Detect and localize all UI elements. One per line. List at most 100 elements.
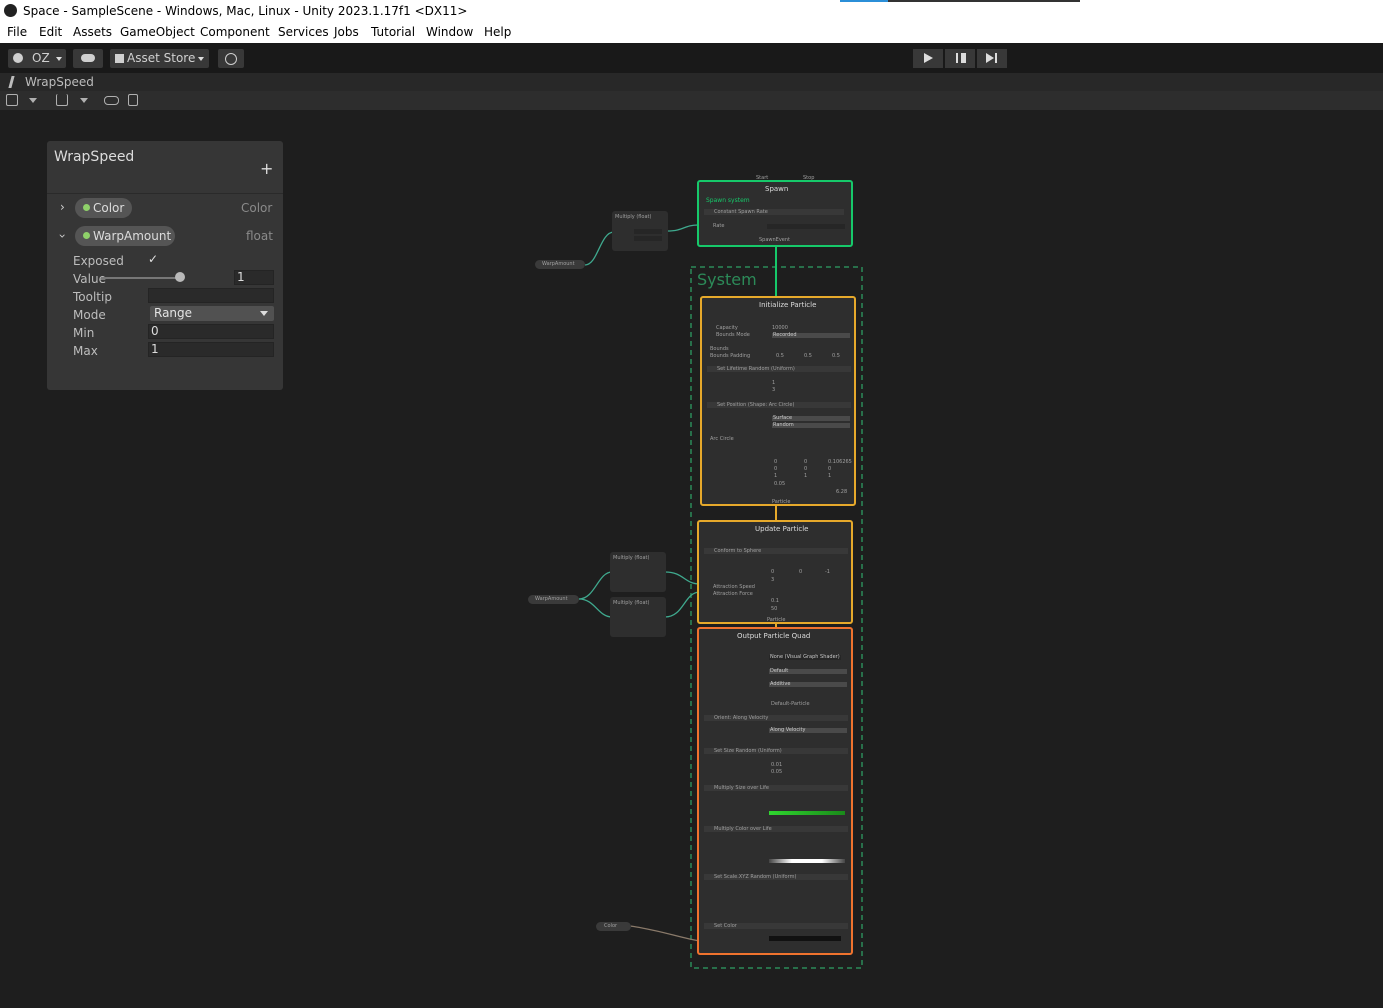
scale-x[interactable]: 1 — [774, 473, 777, 479]
stick-force-value[interactable]: 50 — [771, 606, 777, 612]
add-property-button[interactable]: + — [260, 159, 273, 178]
value-label: Value — [73, 272, 106, 286]
warpamount-node-1[interactable]: WarpAmount — [535, 260, 585, 269]
initialize-out-port[interactable]: Particle — [772, 499, 790, 505]
size-curve-preview[interactable] — [769, 811, 845, 815]
max-field[interactable]: 1 — [148, 342, 274, 357]
value-slider-handle[interactable] — [175, 272, 185, 282]
spawn-event-port[interactable]: SpawnEvent — [759, 237, 790, 243]
bounds-padding-label: Bounds Padding — [710, 353, 751, 359]
warpamount-node-2[interactable]: WarpAmount — [528, 595, 579, 604]
spawn-mode-value: Random — [773, 422, 794, 428]
orient-block[interactable]: Orient: Along Velocity — [704, 715, 848, 721]
set-position-block[interactable]: Set Position (Shape: Arc Circle) — [707, 402, 851, 408]
multiply-node-3[interactable]: Multiply (float) — [610, 597, 666, 637]
stick-distance-value[interactable]: 0.1 — [771, 598, 779, 604]
radius-value[interactable]: 0.05 — [774, 481, 785, 487]
color-node[interactable]: Color — [596, 922, 631, 931]
main-texture-value[interactable]: Default-Particle — [771, 701, 810, 707]
property-warpamount-dot — [83, 232, 90, 239]
output-context[interactable]: Output Particle Quad None (Visual Graph … — [697, 627, 853, 955]
set-size-block[interactable]: Set Size Random (Uniform) — [704, 748, 848, 754]
spawn-rate-label: Rate — [713, 223, 725, 229]
mode-dropdown[interactable]: Range — [150, 306, 274, 321]
size-a[interactable]: 0.01 — [771, 762, 782, 768]
wire-multiply3-to-update — [664, 591, 701, 618]
multiply-node-2-title: Multiply (float) — [613, 555, 650, 561]
set-scale-block[interactable]: Set Scale.XYZ Random (Uniform) — [704, 874, 848, 880]
mode-dropdown-value: Range — [154, 306, 193, 320]
size-b[interactable]: 0.05 — [771, 769, 782, 775]
spawn-context[interactable]: Start Stop Spawn Spawn system Constant S… — [697, 175, 853, 247]
chevron-right-icon[interactable]: › — [60, 200, 65, 214]
value-slider-track[interactable] — [101, 277, 181, 279]
system-label: System — [697, 270, 757, 289]
angles-y[interactable]: 0 — [804, 466, 807, 472]
update-context[interactable]: Update Particle Conform to Sphere 0 0 -1… — [697, 520, 853, 624]
position-y[interactable]: 0 — [804, 459, 807, 465]
chevron-down-icon[interactable]: › — [55, 234, 69, 239]
lifetime-b[interactable]: 3 — [772, 387, 775, 393]
shader-graph-field[interactable]: None (Visual Graph Shader) — [769, 654, 841, 660]
set-size-label: Set Size Random (Uniform) — [714, 748, 782, 754]
center-x[interactable]: 0 — [771, 569, 774, 575]
conform-to-sphere-label: Conform to Sphere — [714, 548, 762, 554]
multiply-node-2[interactable]: Multiply (float) — [610, 552, 666, 592]
orient-mode-value: Along Velocity — [770, 727, 806, 733]
set-lifetime-block[interactable]: Set Lifetime Random (Uniform) — [707, 366, 851, 372]
max-field-text: 1 — [151, 342, 159, 356]
multiply-node-3-title: Multiply (float) — [613, 600, 650, 606]
multiply-color-block[interactable]: Multiply Color over Life — [704, 826, 848, 832]
arc-value[interactable]: 6.28 — [836, 489, 847, 495]
update-out-port[interactable]: Particle — [767, 617, 785, 623]
property-color[interactable]: Color — [75, 198, 132, 218]
scale-y[interactable]: 1 — [804, 473, 807, 479]
padding-x[interactable]: 0.5 — [776, 353, 784, 359]
position-mode-dropdown[interactable]: Surface — [772, 415, 850, 421]
property-color-label: Color — [93, 201, 125, 215]
constant-spawn-rate-block[interactable]: Constant Spawn Rate — [704, 209, 844, 215]
set-color-block[interactable]: Set Color — [704, 923, 848, 929]
bounds-mode-dropdown[interactable]: Recorded — [772, 332, 850, 338]
exposed-checkbox[interactable]: ✓ — [148, 252, 158, 266]
tooltip-field[interactable] — [148, 288, 274, 303]
wire-warp2-to-multiply2 — [578, 571, 613, 600]
position-z[interactable]: 0.106265 — [828, 459, 852, 465]
center-y[interactable]: 0 — [799, 569, 802, 575]
spawn-mode-dropdown[interactable]: Random — [772, 422, 850, 428]
property-warpamount[interactable]: WarpAmount — [75, 226, 175, 246]
color-node-label: Color — [604, 923, 618, 929]
min-field[interactable]: 0 — [148, 324, 274, 339]
set-color-swatch[interactable] — [769, 936, 841, 941]
capacity-value[interactable]: 10000 — [772, 325, 788, 331]
set-scale-label: Set Scale.XYZ Random (Uniform) — [714, 874, 797, 880]
padding-y[interactable]: 0.5 — [804, 353, 812, 359]
multiply-node-1-b-field[interactable] — [634, 236, 662, 241]
color-gradient-preview[interactable] — [769, 859, 845, 863]
padding-z[interactable]: 0.5 — [832, 353, 840, 359]
orient-mode-dropdown[interactable]: Along Velocity — [769, 727, 847, 733]
angles-z[interactable]: 0 — [828, 466, 831, 472]
multiply-node-1-a-field[interactable] — [634, 229, 662, 234]
uv-mode-dropdown[interactable]: Default — [769, 668, 847, 674]
center-z[interactable]: -1 — [825, 569, 830, 575]
spawn-start-port[interactable]: Start — [756, 175, 768, 181]
shader-graph-value: None (Visual Graph Shader) — [770, 654, 840, 660]
spawn-rate-field[interactable] — [767, 224, 845, 229]
conform-to-sphere-block[interactable]: Conform to Sphere — [704, 548, 848, 554]
initialize-title: Initialize Particle — [759, 301, 817, 309]
lifetime-a[interactable]: 1 — [772, 380, 775, 386]
scale-z[interactable]: 1 — [828, 473, 831, 479]
multiply-node-1[interactable]: Multiply (float) — [612, 211, 668, 251]
property-color-dot — [83, 204, 90, 211]
initialize-context[interactable]: Initialize Particle Capacity 10000 Bound… — [700, 296, 856, 506]
value-field[interactable]: 1 — [234, 270, 274, 285]
uv-mode-value: Default — [770, 668, 789, 674]
spawn-stop-port[interactable]: Stop — [803, 175, 814, 181]
blend-mode-dropdown[interactable]: Additive — [769, 681, 847, 687]
sphere-radius[interactable]: 3 — [771, 577, 774, 583]
wire-warp-to-multiply1 — [584, 231, 615, 266]
multiply-size-block[interactable]: Multiply Size over Life — [704, 785, 848, 791]
angles-x[interactable]: 0 — [774, 466, 777, 472]
position-x[interactable]: 0 — [774, 459, 777, 465]
